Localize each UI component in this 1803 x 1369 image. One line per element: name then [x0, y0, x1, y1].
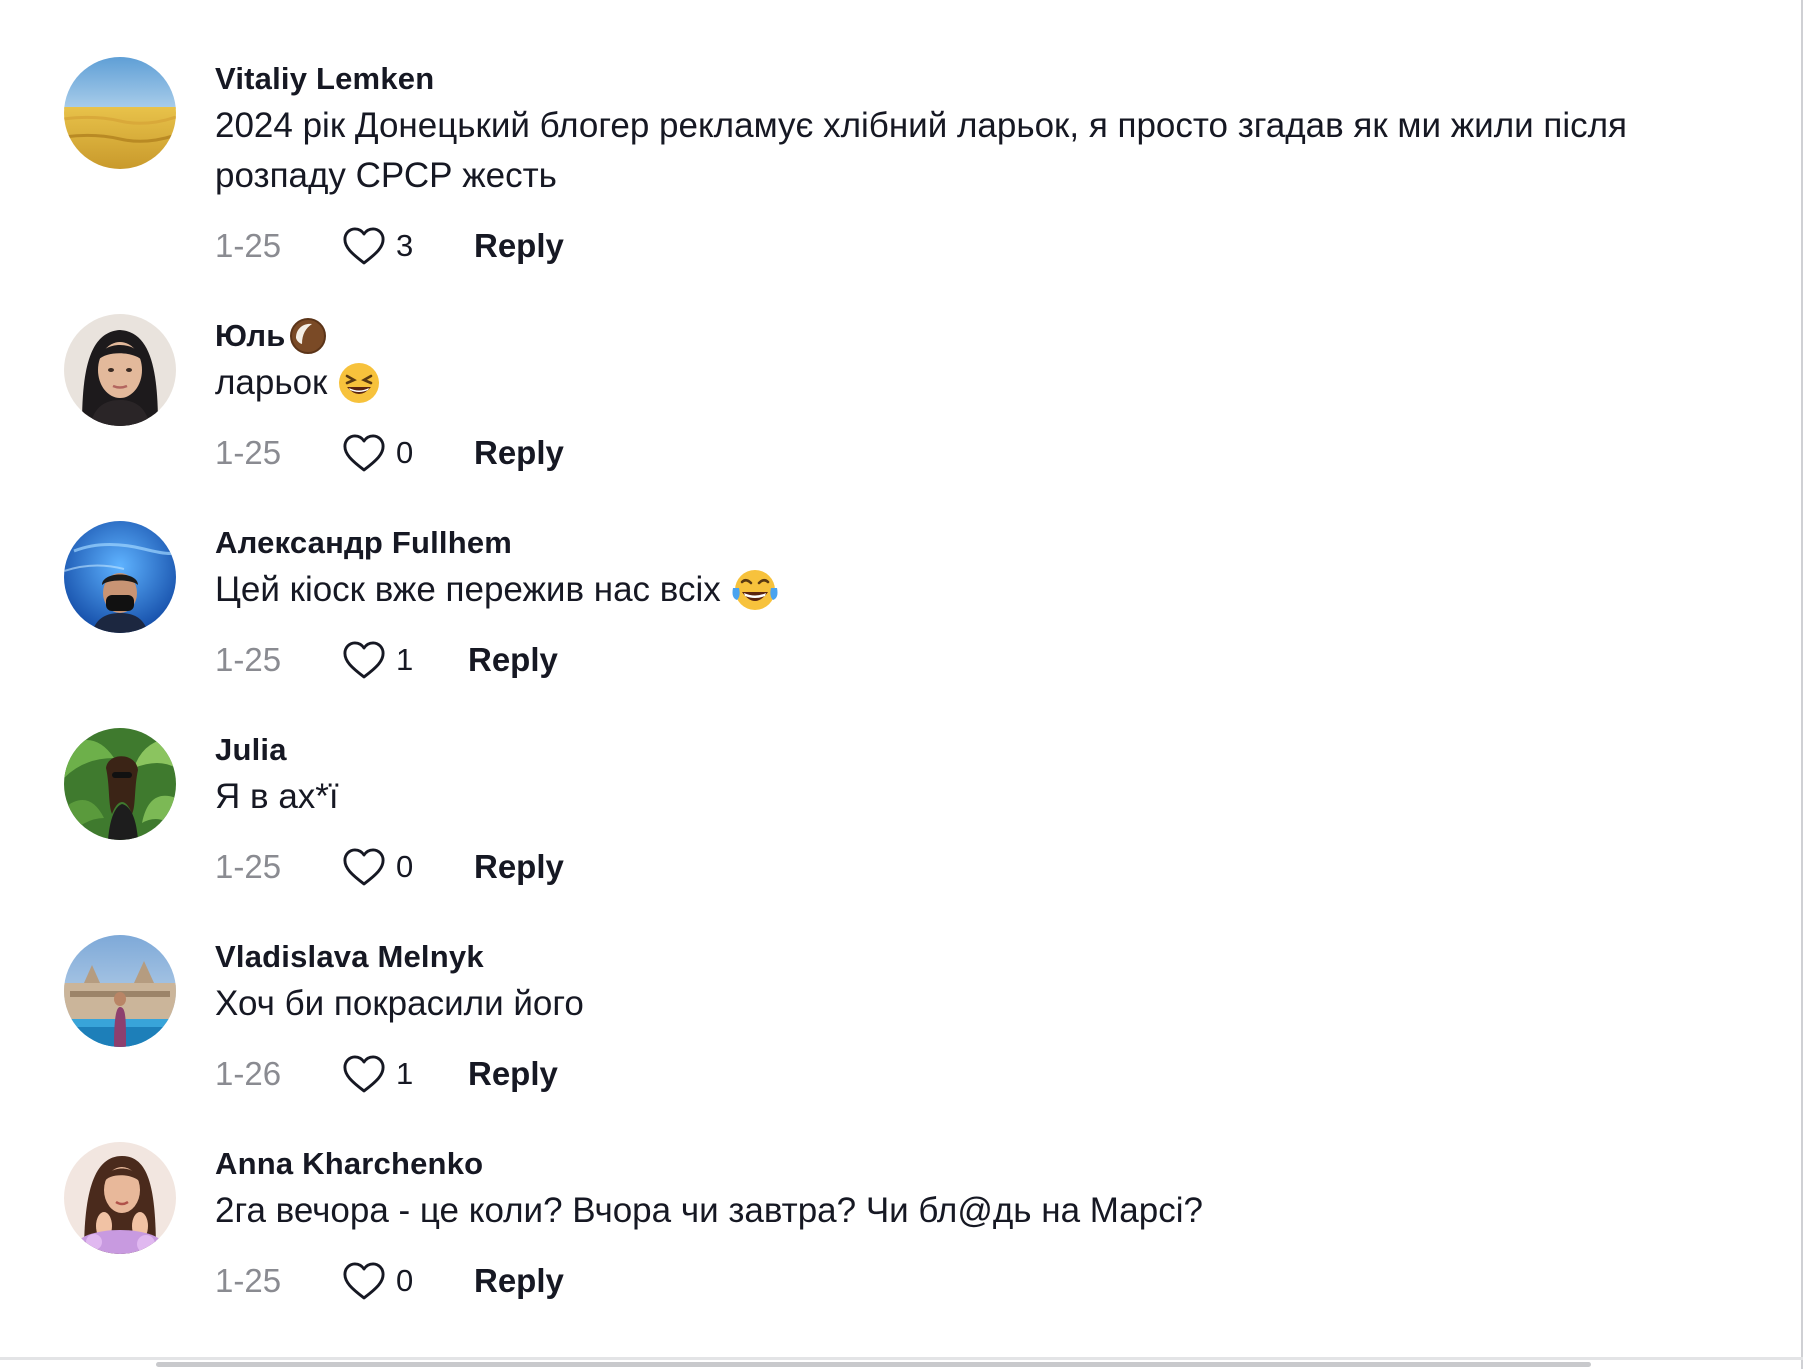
- heart-icon: [343, 227, 385, 265]
- comment-date: 1-25: [215, 848, 282, 885]
- comment-date: 1-25: [215, 1262, 282, 1299]
- comment-username[interactable]: Vladislava Melnyk: [215, 935, 1755, 979]
- comment-item: Anna Kharchenko 2га вечора - це коли? Вч…: [0, 1142, 1780, 1342]
- like-button[interactable]: 1: [342, 1054, 468, 1094]
- comment-meta: 1-25 0 Reply: [215, 842, 1755, 892]
- woman-portrait-avatar-image: [64, 314, 176, 426]
- comment-username[interactable]: Anna Kharchenko: [215, 1142, 1755, 1186]
- woman-palm-leaves-avatar-image: [64, 728, 176, 840]
- comment-text: Цей кіоск вже пережив нас всіх: [215, 565, 1755, 615]
- comment-meta: 1-25 1 Reply: [215, 635, 1755, 685]
- like-button[interactable]: 3: [342, 226, 474, 266]
- wheat-field-avatar-image: [64, 57, 176, 169]
- avatar[interactable]: [64, 1142, 176, 1254]
- comment-text: 2га вечора - це коли? Вчора чи завтра? Ч…: [215, 1186, 1755, 1236]
- like-count: 0: [396, 435, 414, 470]
- comment-date: 1-25: [215, 227, 282, 264]
- username-text[interactable]: Julia: [215, 728, 287, 772]
- username-text[interactable]: Юль: [215, 314, 286, 358]
- username-text[interactable]: Vladislava Melnyk: [215, 935, 484, 979]
- comment-username[interactable]: Юль: [215, 314, 1755, 358]
- heart-icon: [343, 641, 385, 679]
- like-button[interactable]: 1: [342, 640, 468, 680]
- comment-username[interactable]: Александр Fullhem: [215, 521, 1755, 565]
- horizontal-scrollbar[interactable]: [156, 1362, 1591, 1367]
- reply-button[interactable]: Reply: [468, 641, 558, 679]
- username-text[interactable]: Александр Fullhem: [215, 521, 512, 565]
- comment-meta: 1-25 0 Reply: [215, 428, 1755, 478]
- woman-flowers-avatar-image: [64, 1142, 176, 1254]
- comment-text: 2024 рік Донецький блогер рекламує хлібн…: [215, 101, 1755, 201]
- avatar[interactable]: [64, 57, 176, 169]
- comment-text: Хоч би покрасили його: [215, 979, 1755, 1029]
- reply-button[interactable]: Reply: [474, 227, 564, 265]
- comment-text: ларьок: [215, 358, 1755, 408]
- avatar[interactable]: [64, 935, 176, 1047]
- reply-button[interactable]: Reply: [474, 1262, 564, 1300]
- like-button[interactable]: 0: [342, 1261, 474, 1301]
- comment-text-content: Цей кіоск вже пережив нас всіх: [215, 570, 721, 609]
- comment-text-line: 2024 рік Донецький блогер рекламує хлібн…: [215, 106, 1628, 145]
- comment-text-content: ларьок: [215, 363, 328, 402]
- like-button[interactable]: 0: [342, 433, 474, 473]
- reply-button[interactable]: Reply: [474, 848, 564, 886]
- comment-text-content: Хоч би покрасили його: [215, 984, 584, 1023]
- comment-date: 1-25: [215, 641, 282, 678]
- comment-meta: 1-26 1 Reply: [215, 1049, 1755, 1099]
- tears-of-joy-emoji: [731, 568, 779, 612]
- comment-item: Юль ларьок 1-25 0 Reply: [0, 314, 1780, 514]
- comment-date: 1-25: [215, 434, 282, 471]
- like-count: 1: [396, 1056, 414, 1091]
- coconut-emoji: [288, 316, 328, 356]
- like-count: 0: [396, 1263, 414, 1298]
- comment-text-content: Я в ах*ї: [215, 777, 339, 816]
- username-text[interactable]: Vitaliy Lemken: [215, 57, 434, 101]
- like-count: 3: [396, 228, 414, 263]
- heart-icon: [343, 1262, 385, 1300]
- avatar[interactable]: [64, 314, 176, 426]
- heart-icon: [343, 434, 385, 472]
- avatar[interactable]: [64, 728, 176, 840]
- comment-username[interactable]: Vitaliy Lemken: [215, 57, 1755, 101]
- comment-text-line: розпаду СРСР жесть: [215, 156, 557, 195]
- comment-item: Vitaliy Lemken 2024 рік Донецький блогер…: [0, 57, 1780, 265]
- comment-item: Александр Fullhem Цей кіоск вже пережив …: [0, 521, 1780, 721]
- woman-palace-pool-avatar-image: [64, 935, 176, 1047]
- comment-meta: 1-25 3 Reply: [215, 221, 1755, 271]
- like-count: 0: [396, 849, 414, 884]
- man-aquarium-avatar-image: [64, 521, 176, 633]
- comment-text: Я в ах*ї: [215, 772, 1755, 822]
- comment-item: Julia Я в ах*ї 1-25 0 Reply: [0, 728, 1780, 928]
- grinning-squinting-face-emoji: [337, 361, 381, 405]
- like-count: 1: [396, 642, 414, 677]
- avatar[interactable]: [64, 521, 176, 633]
- bottom-divider: [0, 1357, 1803, 1360]
- heart-icon: [343, 848, 385, 886]
- comment-item: Vladislava Melnyk Хоч би покрасили його …: [0, 935, 1780, 1135]
- username-text[interactable]: Anna Kharchenko: [215, 1142, 483, 1186]
- like-button[interactable]: 0: [342, 847, 474, 887]
- comment-username[interactable]: Julia: [215, 728, 1755, 772]
- comment-date: 1-26: [215, 1055, 282, 1092]
- heart-icon: [343, 1055, 385, 1093]
- reply-button[interactable]: Reply: [474, 434, 564, 472]
- comment-text-content: 2га вечора - це коли? Вчора чи завтра? Ч…: [215, 1191, 1203, 1230]
- reply-button[interactable]: Reply: [468, 1055, 558, 1093]
- comment-meta: 1-25 0 Reply: [215, 1256, 1755, 1306]
